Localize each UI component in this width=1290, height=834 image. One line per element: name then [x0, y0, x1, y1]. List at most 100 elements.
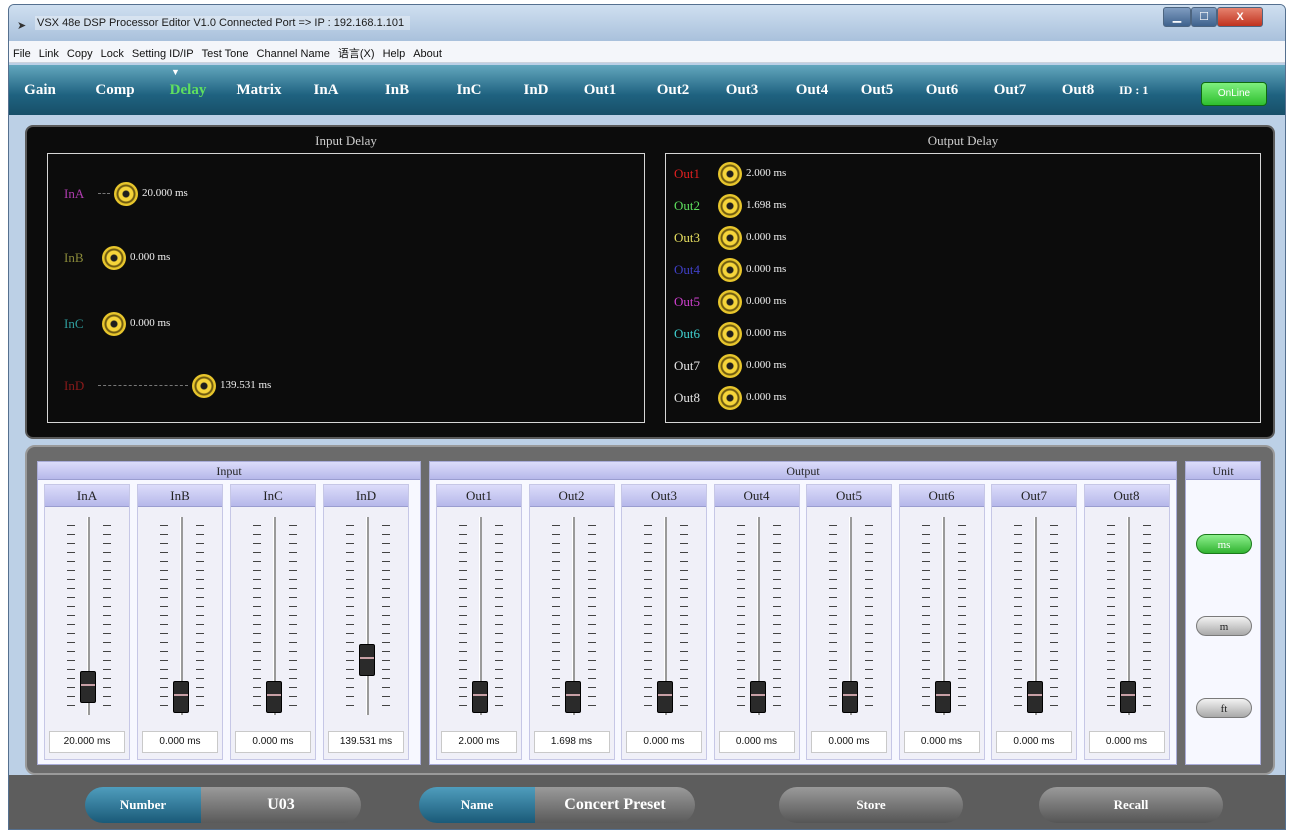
- output-delay-value: 0.000 ms: [746, 263, 787, 275]
- output-delay-label: Out6: [674, 326, 700, 341]
- fader-thumb[interactable]: [934, 681, 951, 713]
- tab-inc[interactable]: InC: [435, 65, 503, 115]
- delay-knob-icon[interactable]: [718, 322, 742, 346]
- name-field[interactable]: Concert Preset: [535, 787, 695, 823]
- delay-knob-icon[interactable]: [718, 162, 742, 186]
- tab-matrix[interactable]: Matrix: [223, 65, 295, 115]
- delay-knob-icon[interactable]: [718, 226, 742, 250]
- tab-out6[interactable]: Out6: [909, 65, 975, 115]
- fader-thumb[interactable]: [472, 681, 488, 713]
- delay-guide-line: [98, 193, 110, 194]
- store-button[interactable]: Store: [779, 787, 963, 823]
- tab-comp[interactable]: Comp: [77, 65, 153, 115]
- delay-knob-icon[interactable]: [718, 290, 742, 314]
- input-delay-value: 0.000 ms: [130, 251, 171, 263]
- fader-value-field[interactable]: 1.698 ms: [533, 731, 610, 753]
- input-delay-box: InA 20.000 ms InB 0.000 ms InC 0.000 ms InD 139…: [47, 153, 645, 423]
- unit-ft-button[interactable]: ft: [1196, 698, 1252, 718]
- menu-item[interactable]: Channel Name: [253, 44, 334, 60]
- tab-inb[interactable]: InB: [361, 65, 433, 115]
- menu-item[interactable]: Help: [379, 44, 410, 60]
- fader-channel-label: Out6: [899, 485, 984, 507]
- delay-knob-icon[interactable]: [192, 374, 216, 398]
- online-status-button[interactable]: OnLine: [1201, 82, 1267, 106]
- menu-item[interactable]: Lock: [97, 44, 128, 60]
- fader-thumb[interactable]: [842, 681, 858, 713]
- fader-channel-out6: Out6 0.000 ms: [898, 484, 985, 760]
- minimize-button[interactable]: ▁: [1163, 7, 1191, 27]
- close-button[interactable]: X: [1217, 7, 1263, 27]
- fader-value-field[interactable]: 2.000 ms: [441, 731, 517, 753]
- fader-scale: [551, 525, 560, 707]
- menu-item[interactable]: Test Tone: [198, 44, 253, 60]
- fader-channel-out1: Out1 2.000 ms: [436, 484, 522, 760]
- tab-out7[interactable]: Out7: [979, 65, 1041, 115]
- menu-item[interactable]: About: [409, 44, 446, 60]
- fader-value-field[interactable]: 0.000 ms: [903, 731, 980, 753]
- fader-value-field[interactable]: 0.000 ms: [996, 731, 1072, 753]
- fader-scale: [1142, 525, 1151, 707]
- fader-thumb[interactable]: [749, 681, 766, 713]
- fader-scale: [382, 525, 390, 707]
- menu-item[interactable]: Copy: [63, 44, 97, 60]
- delay-knob-icon[interactable]: [718, 386, 742, 410]
- input-group-title: Input: [38, 462, 420, 480]
- tab-out8[interactable]: Out8: [1045, 65, 1111, 115]
- fader-thumb[interactable]: [564, 681, 581, 713]
- fader-channel-out4: Out4 0.000 ms: [713, 484, 800, 760]
- output-delay-title: Output Delay: [927, 133, 999, 148]
- fader-value-field[interactable]: 0.000 ms: [626, 731, 702, 753]
- tab-out3[interactable]: Out3: [709, 65, 775, 115]
- fader-value-field[interactable]: 0.000 ms: [142, 731, 218, 753]
- menu-item[interactable]: File: [9, 44, 35, 60]
- fader-thumb[interactable]: [173, 681, 189, 713]
- fader-value-field[interactable]: 0.000 ms: [235, 731, 311, 753]
- fader-thumb[interactable]: [1027, 681, 1043, 713]
- menu-item[interactable]: Link: [35, 44, 63, 60]
- tab-ind[interactable]: InD: [507, 65, 565, 115]
- tab-gain[interactable]: Gain: [9, 65, 71, 115]
- number-field[interactable]: U03: [201, 787, 361, 823]
- fader-value-field[interactable]: 139.531 ms: [328, 731, 404, 753]
- fader-channel-inc: InC 0.000 ms: [230, 484, 316, 760]
- delay-knob-icon[interactable]: [718, 258, 742, 282]
- fader-track[interactable]: [366, 517, 369, 715]
- fader-thumb[interactable]: [359, 643, 375, 676]
- unit-group: Unit ms m ft: [1185, 461, 1261, 765]
- fader-thumb[interactable]: [80, 670, 96, 703]
- tab-out1[interactable]: Out1: [565, 65, 635, 115]
- output-delay-label: Out1: [674, 166, 700, 181]
- fader-value-field[interactable]: 0.000 ms: [718, 731, 795, 753]
- fader-thumb[interactable]: [1119, 681, 1136, 713]
- fader-channel-ind: InD 139.531 ms: [323, 484, 409, 760]
- fader-scale: [103, 525, 111, 707]
- menu-item[interactable]: 语言(X): [334, 41, 379, 61]
- tab-delay[interactable]: Delay: [155, 65, 221, 115]
- menu-item[interactable]: Setting ID/IP: [128, 44, 198, 60]
- fader-value-field[interactable]: 0.000 ms: [1088, 731, 1165, 753]
- tab-out5[interactable]: Out5: [849, 65, 905, 115]
- delay-knob-icon[interactable]: [102, 246, 126, 270]
- output-fader-group: Output Out1 2.000 ms Out2 1.698 ms Out3 0.000…: [429, 461, 1177, 765]
- tab-ina[interactable]: InA: [295, 65, 357, 115]
- unit-m-button[interactable]: m: [1196, 616, 1252, 636]
- fader-thumb[interactable]: [657, 681, 673, 713]
- delay-knob-icon[interactable]: [102, 312, 126, 336]
- fader-channel-ina: InA 20.000 ms: [44, 484, 130, 760]
- delay-knob-icon[interactable]: [718, 194, 742, 218]
- recall-button[interactable]: Recall: [1039, 787, 1223, 823]
- speaker-icon: ➤: [17, 20, 27, 32]
- fader-thumb[interactable]: [266, 681, 282, 713]
- delay-knob-icon[interactable]: [114, 182, 138, 206]
- tab-out2[interactable]: Out2: [639, 65, 707, 115]
- input-delay-label: InC: [64, 316, 84, 331]
- maximize-button[interactable]: ☐: [1191, 7, 1217, 27]
- fader-channel-label: Out8: [1084, 485, 1169, 507]
- window-title: VSX 48e DSP Processor Editor V1.0 Connec…: [35, 16, 411, 30]
- unit-ms-button[interactable]: ms: [1196, 534, 1252, 554]
- fader-value-field[interactable]: 0.000 ms: [811, 731, 887, 753]
- output-delay-label: Out8: [674, 390, 700, 405]
- tab-out4[interactable]: Out4: [779, 65, 845, 115]
- delay-knob-icon[interactable]: [718, 354, 742, 378]
- fader-value-field[interactable]: 20.000 ms: [49, 731, 125, 753]
